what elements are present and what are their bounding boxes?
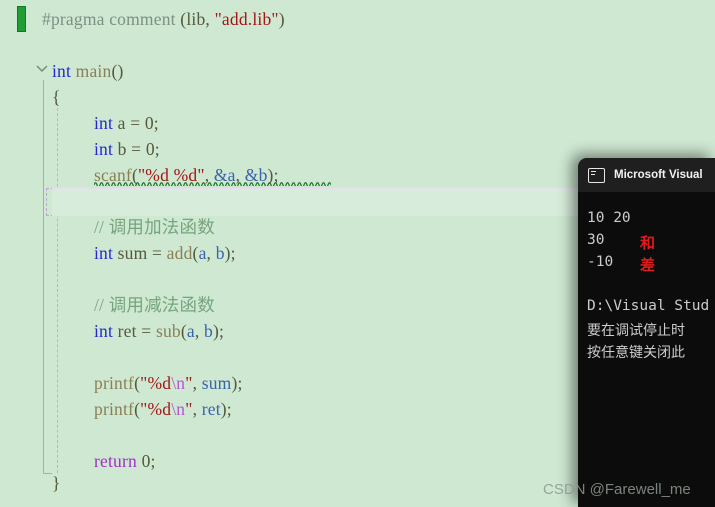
code-token: ; (154, 139, 160, 159)
code-token: sum (201, 373, 232, 393)
code-token: "%d (140, 399, 172, 419)
code-token: scanf (94, 165, 132, 185)
code-token: // 调用加法函数 (94, 217, 215, 237)
code-token: ); (231, 373, 243, 393)
code-token: ret (201, 399, 221, 419)
code-token: int (94, 139, 118, 159)
console-window[interactable]: Microsoft Visual 10 20 30 -10 D:\Visual Stu… (578, 158, 715, 507)
code-token: , (205, 9, 215, 29)
code-token: return (94, 451, 142, 471)
code-token: b (204, 321, 213, 341)
console-output-line: 10 20 (587, 210, 631, 226)
console-title-bar[interactable]: Microsoft Visual (578, 158, 715, 192)
code-token: &b (244, 165, 268, 185)
indent-guide-outer (43, 80, 44, 473)
code-token: add (166, 243, 193, 263)
code-token: sum = (117, 243, 167, 263)
code-token: ret = (117, 321, 156, 341)
code-token: , (204, 165, 214, 185)
code-token: ; (150, 451, 156, 471)
code-token: b (215, 243, 225, 263)
console-output-line: 按任意键关闭此 (587, 345, 685, 361)
code-token: a (186, 321, 195, 341)
code-token: a = (117, 113, 145, 133)
code-token: b = (117, 139, 146, 159)
code-token: printf (94, 373, 135, 393)
code-token: printf (94, 399, 135, 419)
code-token: , (192, 373, 202, 393)
code-token: \n (171, 399, 186, 419)
code-token: ); (224, 243, 236, 263)
code-token: ); (212, 321, 225, 341)
code-token: { (52, 87, 61, 107)
code-token: , (235, 165, 245, 185)
code-token: // 调用减法函数 (94, 295, 215, 315)
code-token: &a (213, 165, 236, 185)
code-token: "%d %d" (137, 165, 205, 185)
code-token: int (94, 243, 118, 263)
code-token: } (52, 473, 61, 493)
code-token: 0 (141, 451, 151, 471)
code-token: int (94, 321, 118, 341)
code-token: ; (153, 113, 159, 133)
indent-guide-outer-foot (43, 473, 52, 474)
console-output-line: D:\Visual Stud (587, 298, 710, 314)
code-token: " (185, 373, 193, 393)
change-marker-bar (17, 6, 26, 32)
console-output-line: 30 (587, 232, 605, 248)
code-token: ) (278, 9, 285, 29)
code-token: \n (171, 373, 186, 393)
current-line-highlight[interactable] (52, 188, 612, 216)
code-token: "add.lib" (214, 9, 279, 29)
console-title-text: Microsoft Visual (614, 169, 703, 181)
code-token: , (192, 399, 202, 419)
code-token: , (206, 243, 216, 263)
watermark: CSDN @Farewell_me (543, 481, 691, 498)
code-token: #pragma comment (42, 9, 181, 29)
chevron-down-icon[interactable] (35, 61, 49, 75)
console-icon (588, 167, 605, 183)
code-token: () (111, 61, 124, 81)
code-token: sub (155, 321, 181, 341)
code-token: , (194, 321, 205, 341)
console-annotation: 差 (640, 256, 656, 274)
code-token: " (185, 399, 193, 419)
console-annotation: 和 (640, 234, 656, 252)
code-token: ); (267, 165, 279, 185)
console-output-line: -10 (587, 254, 614, 270)
code-token: lib (186, 9, 206, 29)
indent-guide-inner (57, 103, 58, 473)
code-token: ); (220, 399, 232, 419)
code-token: int (52, 61, 76, 81)
code-token: main (75, 61, 112, 81)
console-output-line: 要在调试停止时 (587, 323, 685, 339)
code-token: 0 (144, 113, 154, 133)
code-token: a (198, 243, 207, 263)
code-token: 0 (145, 139, 155, 159)
code-token: int (94, 113, 118, 133)
code-token: "%d (140, 373, 172, 393)
